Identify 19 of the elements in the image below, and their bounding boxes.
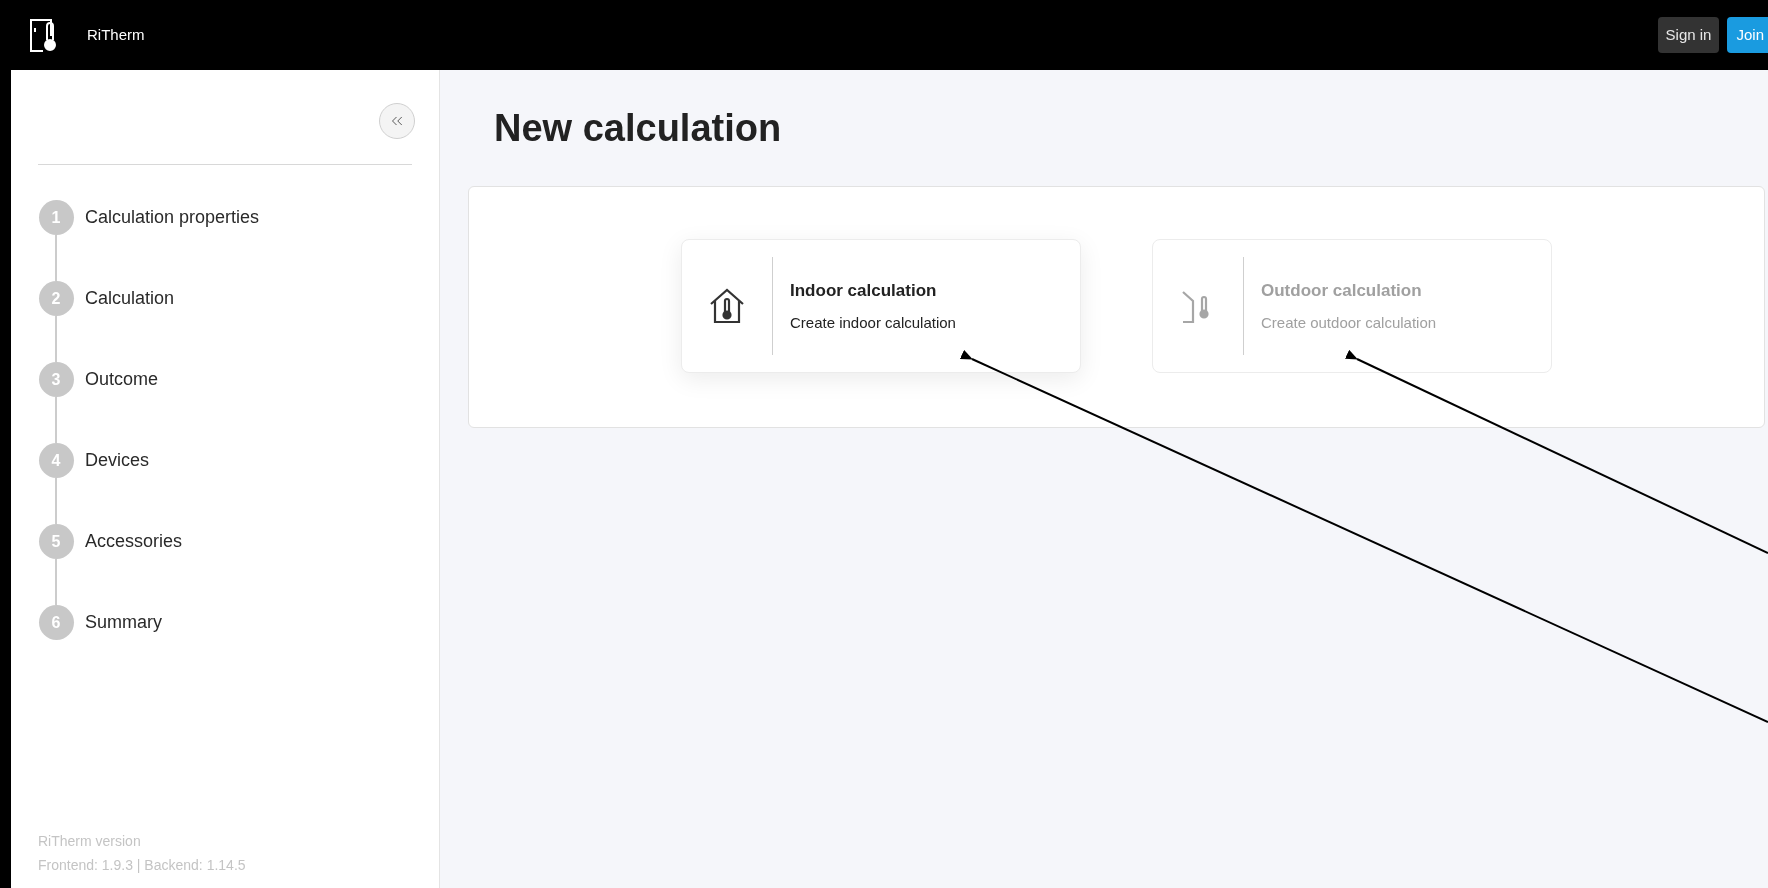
version-info: Frontend: 1.9.3 | Backend: 1.14.5 <box>38 856 247 875</box>
house-thermometer-icon <box>708 287 746 325</box>
step-label[interactable]: Calculation <box>85 281 175 316</box>
sign-in-button[interactable]: Sign in <box>1657 17 1720 53</box>
step-label[interactable]: Calculation properties <box>85 200 260 235</box>
app-name: RiTherm <box>87 24 145 45</box>
step-label[interactable]: Accessories <box>85 524 183 559</box>
option-description: Create indoor calculation <box>790 312 956 333</box>
step-label[interactable]: Devices <box>85 443 150 478</box>
option-title: Indoor calculation <box>790 280 938 302</box>
collapse-button[interactable] <box>379 103 415 139</box>
step-label[interactable]: Summary <box>85 605 162 640</box>
page-title: New calculation <box>493 106 783 151</box>
calculation-option-card[interactable]: Indoor calculation Create indoor calculation <box>681 239 1081 373</box>
step-label[interactable]: Outcome <box>85 362 159 397</box>
version-title: RiTherm version <box>38 832 142 851</box>
option-description: Create outdoor calculation <box>1261 312 1437 333</box>
option-title: Outdoor calculation <box>1261 280 1423 302</box>
door-thermometer-icon <box>29 18 57 52</box>
